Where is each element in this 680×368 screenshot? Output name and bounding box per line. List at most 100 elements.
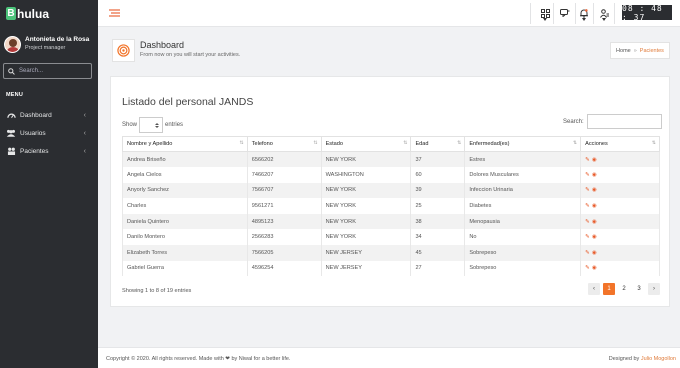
sidebar-item-usuarios[interactable]: Usuarios ‹ [0,124,98,142]
table-row: Angela Cielos 7466207 WASHINGTON 60 Dolo… [122,167,660,183]
cell-nombre: Daniela Quintero [122,213,248,230]
cell-telefono: 7466207 [246,167,322,183]
cell-acciones: ✎ ◉ [580,182,660,199]
cell-nombre: Andrea Briseño [122,151,248,168]
sidebar: B hulua Antonieta de la Rosa Project man… [0,0,98,368]
cell-enfermedad: Sobrepeso [464,245,582,261]
app-logo[interactable]: B hulua [0,0,98,27]
cell-estado: NEW JERSEY [320,245,412,261]
table-search-input[interactable] [586,114,662,129]
header-label: Estado [325,141,343,147]
table-row: Andrea Briseño 6566202 NEW YORK 37 Estre… [122,151,660,168]
cell-nombre: Charles [122,198,248,214]
search-icon [8,67,15,75]
sidebar-item-dashboard[interactable]: Dashboard ‹ [0,106,98,124]
view-eye-icon[interactable]: ◉ [592,203,597,209]
cell-acciones: ✎ ◉ [580,260,660,277]
logo-mark: B [6,7,16,20]
show-label: Show [122,122,138,128]
edit-icon[interactable]: ✎ [585,234,590,240]
card-title: Listado del personal JANDS [122,96,254,108]
cell-telefono: 6566202 [246,151,322,168]
view-eye-icon[interactable]: ◉ [592,219,597,225]
sort-icon: ⇅ [313,140,318,146]
cell-acciones: ✎ ◉ [580,245,660,261]
hamburger-menu-icon[interactable] [109,9,120,19]
cell-estado: NEW YORK [320,229,412,246]
header-label: Telefono [251,141,273,147]
edit-icon[interactable]: ✎ [585,203,590,209]
cell-edad: 39 [410,182,466,199]
sort-icon: ⇅ [572,140,578,146]
target-icon [112,39,135,62]
table-row: Daniela Quintero 4895123 NEW YORK 38 Men… [122,213,660,230]
chat-icon[interactable] [557,5,573,21]
column-header-estado[interactable]: Estado ⇅ [320,136,412,152]
sidebar-item-pacientes[interactable]: Pacientes ‹ [0,142,98,160]
edit-icon[interactable]: ✎ [585,265,590,271]
cell-estado: WASHINGTON [320,167,412,183]
view-eye-icon[interactable]: ◉ [592,187,597,193]
copyright-text: Copyright © 2020. All rights reserved. M… [106,356,291,362]
page-button-3[interactable]: 3 [633,283,645,295]
column-header-edad[interactable]: Edad ⇅ [410,136,466,152]
cell-enfermedad: Sobrepeso [464,260,582,277]
cell-enfermedad: Infeccion Urinaria [464,182,582,199]
page-header: Dashboard From now on you will start you… [108,34,672,65]
view-eye-icon[interactable]: ◉ [592,265,597,271]
prev-page-button[interactable]: ‹ [588,283,600,295]
edit-icon[interactable]: ✎ [585,172,590,178]
view-eye-icon[interactable]: ◉ [592,234,597,240]
divider [614,3,615,24]
view-eye-icon[interactable]: ◉ [592,157,597,163]
designer-link[interactable]: Julio Mogollon [641,356,676,362]
entries-select[interactable] [139,117,164,133]
designer-prefix: Designed by [608,356,641,362]
search-placeholder: Search... [19,68,44,74]
avatar [4,35,21,53]
page-button-2[interactable]: 2 [618,283,630,295]
cell-telefono: 7566707 [246,182,322,199]
column-header-telefono[interactable]: Telefono ⇅ [246,136,322,152]
column-header-nombre[interactable]: Nombre y Apellido ⇅ [122,136,248,152]
view-eye-icon[interactable]: ◉ [592,172,597,178]
cell-acciones: ✎ ◉ [580,198,660,214]
cell-edad: 25 [410,198,466,214]
sort-icon: ⇅ [239,140,244,146]
search-label: Search: [563,118,584,125]
next-page-button[interactable]: › [648,283,660,295]
cell-edad: 38 [410,213,466,230]
column-header-enfermedad[interactable]: Enfermedad(es) ⇅ [464,136,582,152]
users-icon [6,129,16,137]
entries-label: entries [165,122,184,128]
people-icon [6,147,16,155]
footer: Copyright © 2020. All rights reserved. M… [98,347,680,368]
breadcrumb-home[interactable]: Home [616,48,631,54]
user-profile[interactable]: Antonieta de la Rosa Project manager [0,27,98,53]
gauge-icon [6,111,16,119]
header-label: Enfermedad(es) [469,141,510,147]
page-button-1[interactable]: 1 [603,283,615,295]
cell-edad: 60 [410,167,466,183]
sidebar-search-input[interactable]: Search... [3,63,92,79]
edit-icon[interactable]: ✎ [585,250,590,256]
chevron-down-icon [602,18,606,21]
cell-nombre: Anyorly Sanchez [122,182,248,199]
edit-icon[interactable]: ✎ [585,187,590,193]
breadcrumb: Home » Pacientes [610,42,670,59]
view-eye-icon[interactable]: ◉ [592,250,597,256]
edit-icon[interactable]: ✎ [585,157,590,163]
column-header-acciones[interactable]: Acciones ⇅ [580,136,660,152]
divider [593,3,594,24]
sidebar-item-label: Usuarios [20,129,46,137]
cell-enfermedad: Diabetes [464,198,582,214]
header-label: Acciones [585,141,608,147]
designer-credit: Designed by Julio Mogollon [609,356,676,362]
clock-display: 08 : 48 : 37 [622,4,672,22]
patients-table: Nombre y Apellido ⇅ Telefono ⇅ Estado ⇅ Eda… [122,136,660,277]
cell-nombre: Angela Cielos [122,167,248,183]
edit-icon[interactable]: ✎ [585,219,590,225]
table-row: Anyorly Sanchez 7566707 NEW YORK 39 Infe… [122,182,660,199]
cell-telefono: 4895123 [246,213,322,230]
chevron-left-icon: ‹ [83,147,86,155]
